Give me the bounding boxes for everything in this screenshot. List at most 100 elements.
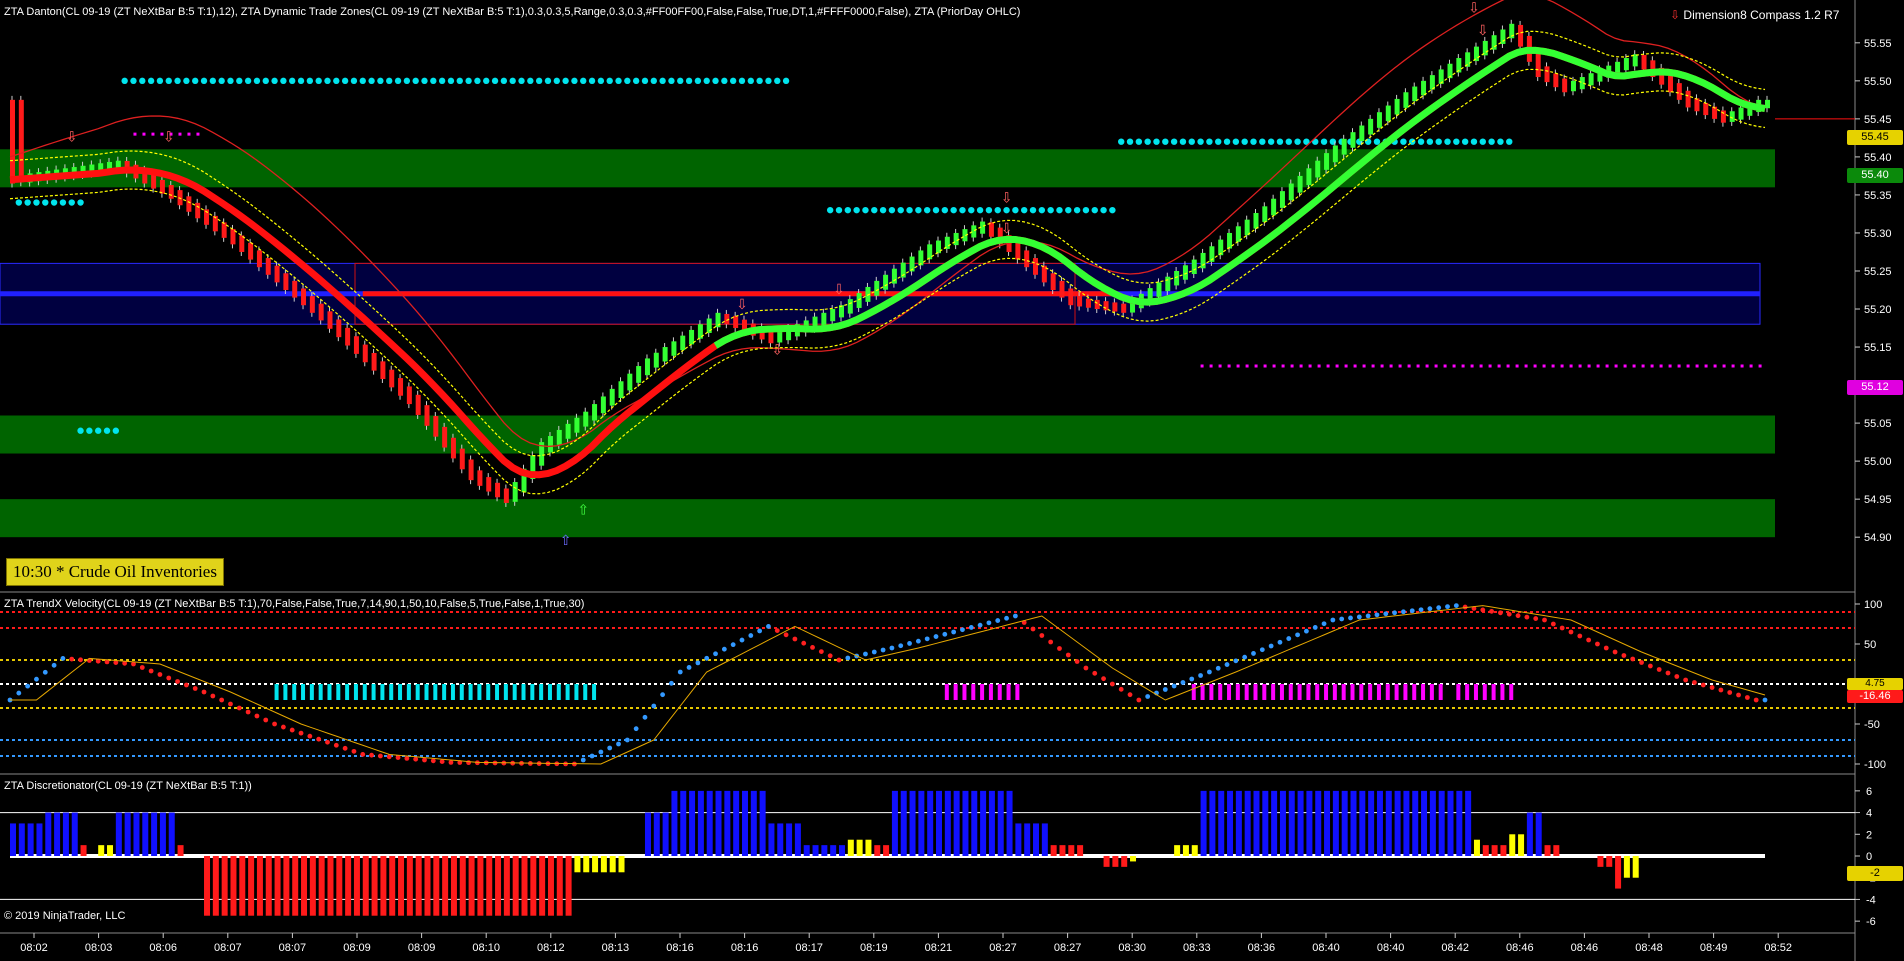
velocity-dot [254,713,260,719]
cyan-dot [923,206,931,214]
cyan-dot [1144,138,1151,145]
cyan-dot [465,77,472,85]
disc-bar [62,812,69,856]
bull-bar [583,411,589,427]
time-tick-label: 08:16 [666,942,694,954]
bull-bar [547,436,553,453]
disc-bar [830,845,837,856]
velocity-dot [1286,636,1292,641]
trade-zone [0,149,1775,188]
velocity-dot [192,686,198,691]
cyan-dot [597,77,605,85]
velocity-cyan-bar [442,684,447,700]
disc-bar [1174,845,1181,856]
cyan-dot [483,77,490,85]
velocity-dot [1515,613,1521,619]
disc-bar [777,823,784,856]
disc-bar [1385,790,1392,856]
cyan-dot [1047,206,1054,214]
disc-bar [706,790,713,856]
cyan-dot [403,77,411,85]
velocity-dot [298,730,304,736]
bear-bar [1077,296,1083,307]
bull-bar [565,423,571,439]
cyan-dot [959,206,966,214]
velocity-dot [704,655,710,661]
velocity-magenta-bar [1297,684,1302,700]
cyan-dot [668,77,675,85]
velocity-dot [369,752,374,758]
signal-arrow-icon: ⇧ [560,533,572,549]
disc-bar [750,790,757,856]
disc-bar [1103,856,1110,867]
disc-bar [239,856,246,916]
disc-bar [689,790,696,856]
time-tick-label: 08:36 [1248,942,1276,954]
bear-bar [380,361,386,379]
velocity-cyan-bar [301,684,306,700]
cyan-dot [227,77,234,85]
zone-badge: 55.40 [1847,168,1903,183]
disc-bar [1182,845,1189,856]
bull-bar [1156,282,1162,297]
velocity-magenta-bar [1306,684,1311,700]
velocity-dot [651,703,657,709]
cyan-dot [950,206,957,214]
chart-canvas[interactable]: 54.9054.9555.0055.0555.1055.1555.2055.25… [0,0,1904,961]
disc-bar [1262,790,1269,856]
velocity-magenta-bar [1491,684,1496,700]
time-tick-label: 08:19 [860,942,888,954]
disc-bar [980,790,987,856]
disc-bar [997,790,1004,856]
velocity-magenta-bar [1015,684,1020,700]
disc-bar [944,790,951,856]
cyan-dot [1126,138,1134,145]
disc-bar [856,839,863,856]
velocity-dot [325,739,330,745]
velocity-dot [792,636,798,642]
disc-bar [547,856,554,916]
velocity-dot [25,683,31,689]
disc-bar [107,845,114,856]
time-tick-label: 08:16 [731,942,759,954]
bear-bar [1015,242,1021,260]
velocity-dot [810,645,815,650]
velocity-dot [986,620,992,626]
disc-bar [459,856,466,916]
bear-bar [301,288,307,306]
disc-bar [927,790,934,856]
disc-bar [971,790,978,856]
bear-bar [1703,102,1709,116]
disc-bar [1050,845,1057,856]
velocity-panel-title: ZTA TrendX Velocity(CL 09-19 (ZT NeXtBar… [4,598,585,610]
velocity-dot [589,753,595,759]
cyan-dot [659,77,666,85]
velocity-magenta-bar [1368,684,1373,700]
velocity-tick-label: 100 [1864,599,1882,611]
disc-bar [609,856,616,873]
disc-bar [124,812,131,856]
cyan-dot [756,77,763,85]
cyan-dot [103,427,111,434]
cyan-dot [15,199,23,206]
velocity-dot [1268,643,1274,649]
velocity-dot [1498,610,1503,616]
bull-bar [953,232,959,246]
bear-bar [18,99,24,183]
bull-bar [847,299,853,314]
disc-bar [389,856,396,916]
bull-bar [1403,92,1409,108]
bear-bar [292,280,298,298]
cyan-dot [915,206,922,214]
disc-bar [10,823,16,856]
velocity-magenta-bar [1191,684,1196,700]
velocity-cyan-bar [292,684,297,700]
velocity-magenta-bar [1288,684,1293,700]
disc-badge: -2 [1847,866,1903,881]
velocity-cyan-bar [345,684,350,700]
disc-bar [680,790,687,856]
velocity-dot [378,753,383,759]
velocity-cyan-bar [512,684,517,700]
cyan-dot [1435,138,1442,145]
bear-bar [1121,303,1127,313]
